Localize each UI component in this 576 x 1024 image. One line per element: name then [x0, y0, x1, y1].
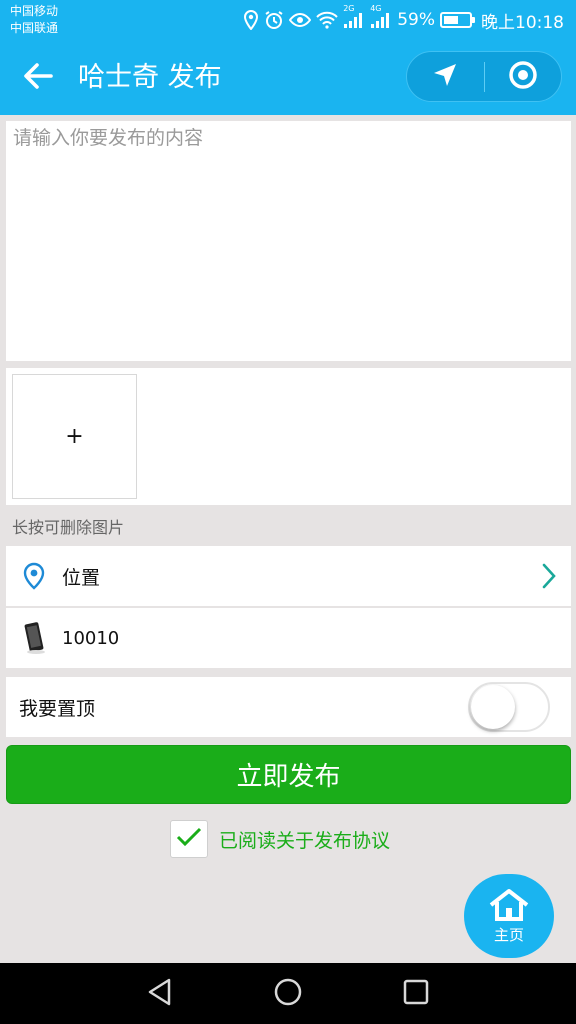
delete-image-hint: 长按可删除图片	[12, 518, 125, 537]
agreement-link[interactable]: 已阅读关于发布协议	[219, 826, 390, 853]
system-nav-bar	[0, 963, 576, 1024]
toggle-knob	[471, 685, 515, 729]
nav-home-button[interactable]	[271, 977, 305, 1011]
home-icon	[487, 888, 531, 926]
status-icons: 2G 4G 59% 晚上10:18	[243, 4, 564, 33]
navigation-arrow-icon	[432, 62, 458, 92]
publish-button[interactable]: 立即发布	[6, 745, 571, 804]
location-icon	[243, 10, 259, 30]
pin-top-toggle[interactable]	[468, 682, 550, 732]
phone-icon	[6, 621, 62, 655]
image-panel: +	[6, 368, 571, 505]
add-image-button[interactable]: +	[12, 374, 137, 499]
capsule-menu	[406, 51, 562, 102]
signal-icon: 2G	[343, 4, 365, 29]
clock: 晚上10:18	[481, 12, 564, 33]
agreement-row: 已阅读关于发布协议	[170, 820, 390, 858]
map-pin-icon	[6, 562, 62, 590]
wifi-icon	[316, 11, 338, 29]
plus-icon: +	[65, 424, 84, 449]
recents-square-icon	[403, 979, 429, 1009]
status-bar: 中国移动 中国联通 2G 4G 59% 晚上10:18	[0, 0, 576, 40]
battery-level	[444, 16, 458, 24]
signal-icon: 4G	[370, 4, 392, 29]
home-button[interactable]: 主页	[464, 874, 554, 958]
nav-recents-button[interactable]	[399, 977, 433, 1011]
carrier-info: 中国移动 中国联通	[10, 3, 58, 37]
signal-label-2g: 2G	[343, 4, 355, 13]
eye-icon	[289, 12, 312, 28]
battery-icon	[440, 12, 475, 28]
signal-label-4g: 4G	[370, 4, 382, 13]
content-input[interactable]	[6, 121, 571, 361]
pin-top-label: 我要置顶	[19, 697, 96, 720]
alarm-icon	[264, 10, 284, 30]
carrier-1: 中国移动	[10, 4, 59, 18]
page-title: 哈士奇 发布	[78, 62, 222, 93]
arrow-left-icon	[23, 62, 53, 94]
checkmark-icon	[176, 827, 202, 851]
back-triangle-icon	[147, 978, 173, 1010]
back-button[interactable]	[18, 58, 58, 98]
home-circle-icon	[273, 977, 303, 1011]
navigation-button[interactable]	[407, 52, 484, 101]
target-circle-icon	[508, 60, 538, 94]
battery-percent: 59%	[397, 10, 435, 30]
location-label: 位置	[62, 566, 101, 589]
phone-row	[6, 608, 571, 668]
agreement-checkbox[interactable]	[170, 820, 208, 858]
nav-back-button[interactable]	[143, 977, 177, 1011]
phone-input[interactable]	[62, 627, 362, 649]
home-label: 主页	[493, 925, 524, 944]
chevron-right-icon	[541, 563, 557, 593]
title-bar: 哈士奇 发布	[0, 40, 576, 115]
content-box	[6, 121, 571, 361]
location-row[interactable]: 位置	[6, 546, 571, 606]
pin-top-row: 我要置顶	[6, 677, 571, 737]
close-miniapp-button[interactable]	[485, 52, 562, 101]
carrier-2: 中国联通	[10, 21, 59, 35]
